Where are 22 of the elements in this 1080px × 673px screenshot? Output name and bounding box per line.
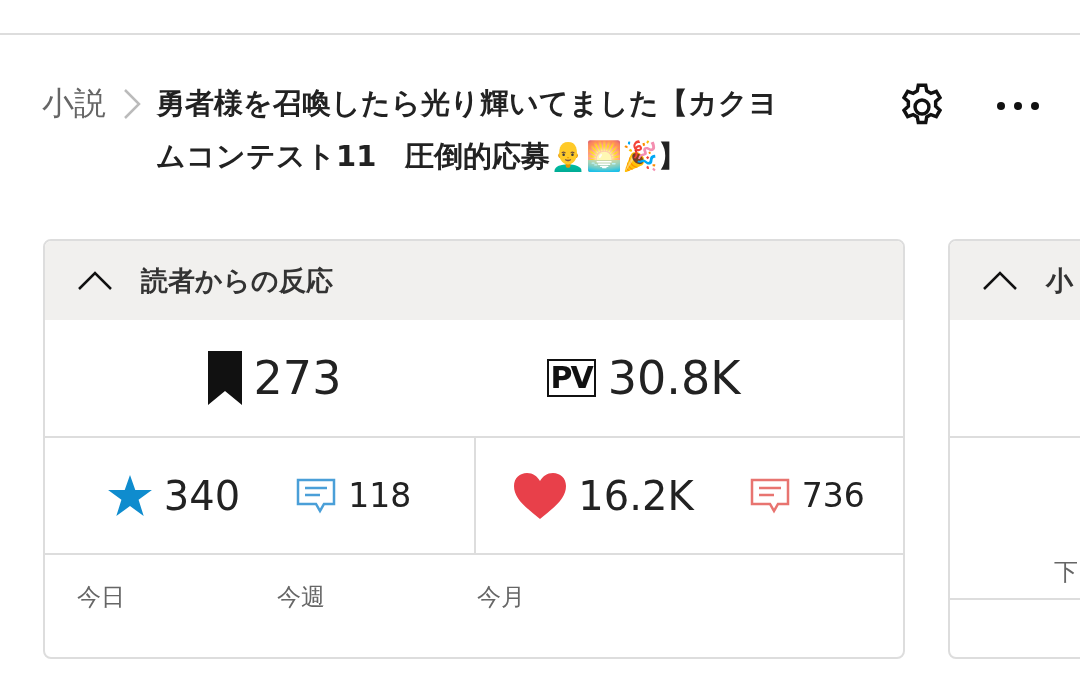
heart-icon [514,472,567,519]
chevron-up-icon [77,270,113,291]
novel-title: 勇者様を召喚したら光り輝いてました【カクヨムコンテスト11 圧倒的応募👨‍🦲🌅🎉】 [156,85,779,175]
stat-value: 273 [253,351,342,405]
panel-header[interactable]: 小 [950,241,1080,320]
period-label: 今月 [477,582,526,613]
stat-value: 16.2K [578,472,694,519]
comment-count: 118 [348,476,412,515]
stat-value: 30.8K [607,351,741,405]
panel-header[interactable]: 読者からの反応 [45,241,903,320]
chevron-up-icon [982,270,1018,291]
comment-count: 736 [801,476,865,515]
more-icon[interactable] [996,101,1040,111]
star-icon [107,474,152,517]
bookmark-icon [207,351,242,405]
chevron-right-icon [122,87,142,121]
stat-label: 下 [1054,557,1078,588]
pv-icon: PV [546,359,596,397]
stat-value: 340 [163,472,241,519]
period-label: 今週 [277,582,326,613]
breadcrumb-section[interactable]: 小説 [42,77,106,129]
period-label: 今日 [77,582,126,613]
